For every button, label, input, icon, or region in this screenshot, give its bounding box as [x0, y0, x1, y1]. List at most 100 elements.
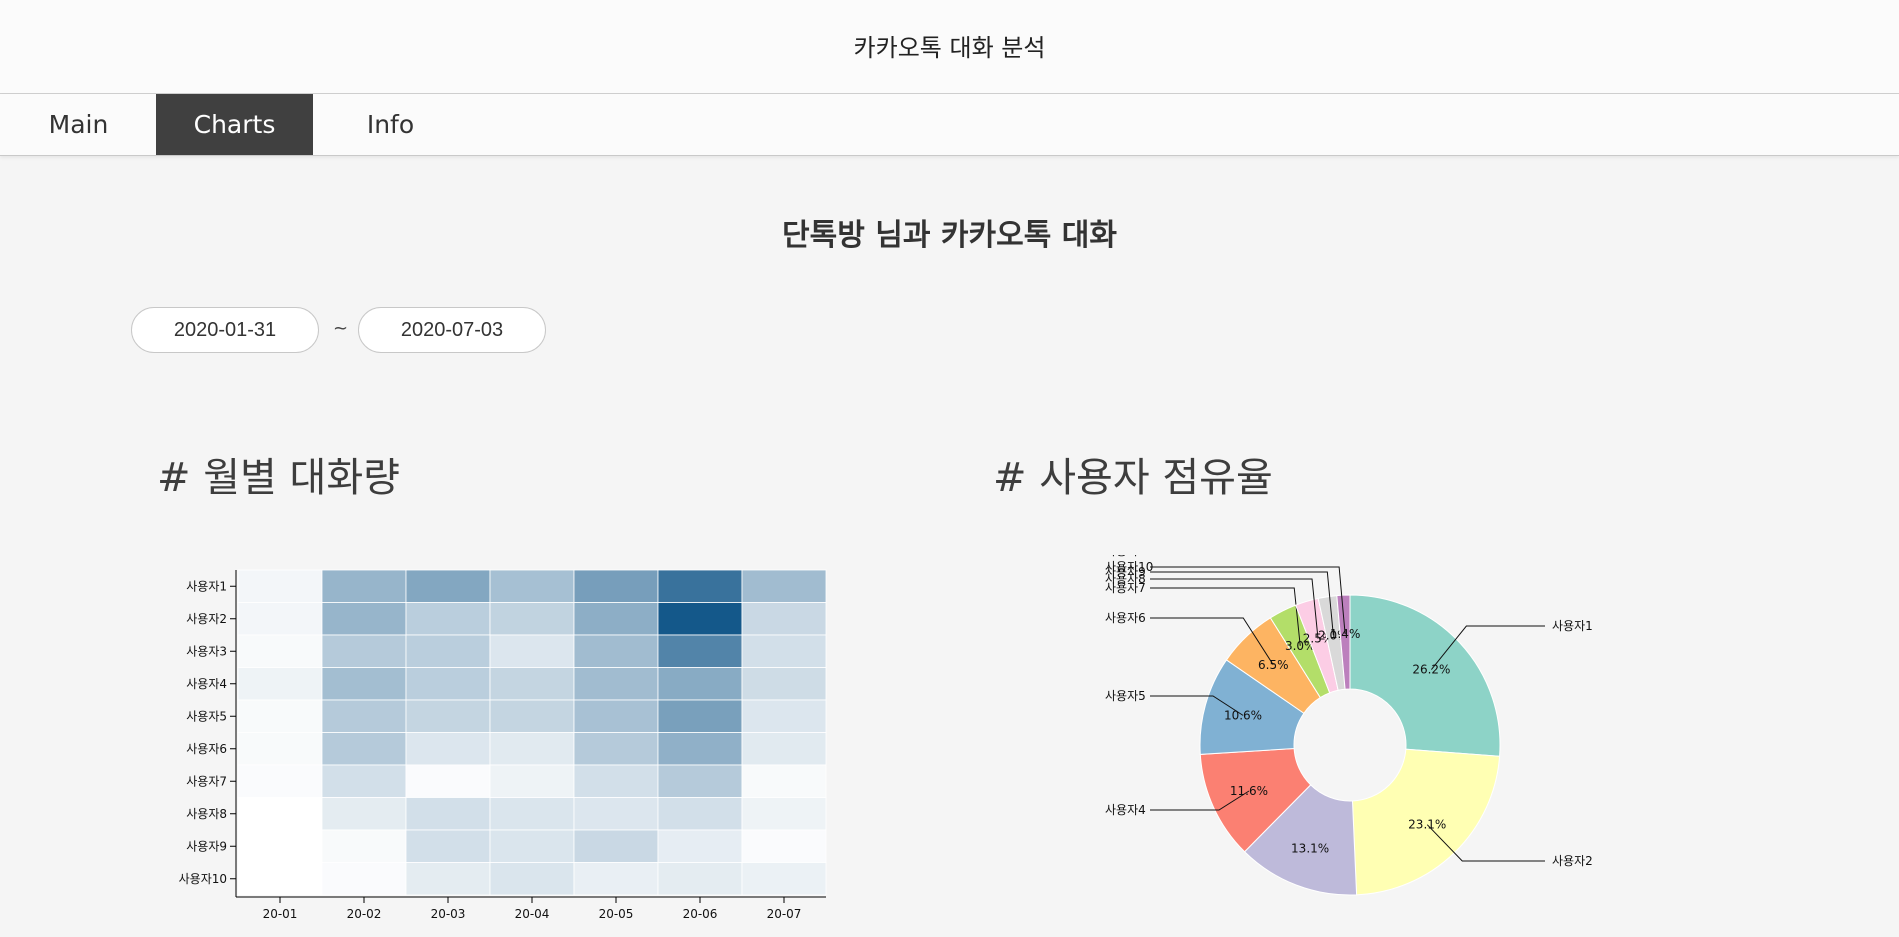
heatmap-x-label: 20-05	[599, 907, 634, 921]
heatmap-x-label: 20-06	[683, 907, 718, 921]
heatmap-x-label: 20-01	[263, 907, 298, 921]
heatmap-cell	[405, 634, 491, 668]
heatmap-x-label: 20-04	[515, 907, 550, 921]
heatmap-cell	[741, 862, 827, 896]
heatmap-cell	[321, 862, 407, 896]
heatmap-cell	[405, 667, 491, 701]
tab-main[interactable]: Main	[0, 94, 157, 155]
heatmap-cell	[321, 667, 407, 701]
heatmap-y-label: 사용자6	[186, 742, 227, 756]
heatmap-cell	[741, 764, 827, 798]
heatmap-y-label: 사용자7	[186, 774, 227, 788]
tab-info[interactable]: Info	[312, 94, 469, 155]
heatmap-x-label: 20-03	[431, 907, 466, 921]
heatmap-cell	[321, 634, 407, 668]
heatmap-y-label: 사용자5	[186, 709, 227, 723]
heatmap-cell	[573, 732, 659, 766]
nav-bar: Main Charts Info	[0, 94, 1899, 156]
heatmap-cell	[657, 862, 743, 896]
heatmap-cell	[489, 569, 575, 603]
pie-section-title: # 사용자 점유율	[993, 455, 1273, 501]
heatmap-cell	[657, 667, 743, 701]
user-share-pie-chart: 26.2%사용자123.1%사용자213.1%사용자311.6%사용자410.6…	[1105, 555, 1593, 896]
heatmap-y-label: 사용자3	[186, 644, 227, 658]
heatmap-cell	[657, 732, 743, 766]
heatmap-cell	[405, 569, 491, 603]
heatmap-cell	[741, 634, 827, 668]
heatmap-cell	[321, 829, 407, 863]
heatmap-cell	[657, 699, 743, 733]
heatmap-cell	[573, 634, 659, 668]
heatmap-cell	[657, 829, 743, 863]
heatmap-cell	[741, 602, 827, 636]
pie-user-label: 사용자4	[1105, 803, 1146, 817]
heatmap-cell	[237, 667, 323, 701]
heatmap-cell	[321, 797, 407, 831]
heatmap-cell	[321, 699, 407, 733]
pie-value-label: 11.6%	[1230, 784, 1268, 798]
heatmap-cell	[573, 797, 659, 831]
heatmap-cell	[657, 602, 743, 636]
heatmap-x-label: 20-07	[767, 907, 802, 921]
heatmap-cell	[321, 732, 407, 766]
pie-user-label: 사용자10	[1105, 560, 1153, 574]
heatmap-cell	[405, 602, 491, 636]
heatmap-x-label: 20-02	[347, 907, 382, 921]
pie-user-label: 사용자6	[1105, 611, 1146, 625]
heatmap-cell	[489, 829, 575, 863]
heatmap-cell	[573, 602, 659, 636]
heatmap-cell	[489, 634, 575, 668]
heatmap-y-label: 사용자10	[179, 872, 227, 886]
heatmap-cell	[321, 569, 407, 603]
heatmap-cell	[573, 699, 659, 733]
end-date-input[interactable]	[358, 307, 546, 353]
heatmap-cell	[657, 797, 743, 831]
heatmap-cell	[489, 667, 575, 701]
heatmap-cell	[489, 862, 575, 896]
heatmap-y-label: 사용자2	[186, 612, 227, 626]
heatmap-cell	[237, 732, 323, 766]
heatmap-cell	[489, 699, 575, 733]
pie-user-label: 사용자1	[1552, 619, 1593, 633]
heatmap-y-label: 사용자8	[186, 807, 227, 821]
heatmap-cell	[489, 602, 575, 636]
heatmap-cell	[237, 602, 323, 636]
pie-user-label: 사용자5	[1105, 689, 1146, 703]
heatmap-cell	[741, 569, 827, 603]
heatmap-cell	[489, 764, 575, 798]
start-date-input[interactable]	[131, 307, 319, 353]
date-separator: ~	[333, 318, 349, 339]
heatmap-cell	[741, 829, 827, 863]
heatmap-cell	[489, 732, 575, 766]
heatmap-cell	[489, 797, 575, 831]
heatmap-section-title: # 월별 대화량	[157, 455, 400, 501]
heatmap-y-label: 사용자4	[186, 677, 227, 691]
heatmap-cell	[237, 569, 323, 603]
pie-user-label: 사용자3	[1105, 555, 1146, 558]
heatmap-cell	[573, 667, 659, 701]
heatmap-cell	[237, 764, 323, 798]
heatmap-cell	[573, 569, 659, 603]
heatmap-cell	[741, 732, 827, 766]
page-subtitle: 단톡방 님과 카카오톡 대화	[782, 218, 1117, 253]
app-title: 카카오톡 대화 분석	[853, 34, 1046, 62]
heatmap-cell	[573, 829, 659, 863]
pie-value-label: 13.1%	[1291, 842, 1329, 856]
heatmap-cell	[237, 862, 323, 896]
heatmap-cell	[657, 764, 743, 798]
heatmap-cell	[237, 634, 323, 668]
heatmap-cell	[573, 862, 659, 896]
tab-charts[interactable]: Charts	[156, 94, 313, 155]
heatmap-cell	[741, 667, 827, 701]
pie-value-label: 6.5%	[1258, 658, 1289, 672]
heatmap-cell	[657, 634, 743, 668]
heatmap-cell	[405, 829, 491, 863]
monthly-heatmap-chart: 사용자1 사용자2 사용자3 사용자4 사용자5 사용자6 사용자7 사용자8 사용자9 사용자1…	[179, 569, 827, 921]
heatmap-cell	[237, 797, 323, 831]
app-header: 카카오톡 대화 분석	[0, 0, 1899, 94]
heatmap-cell	[741, 699, 827, 733]
heatmap-cell	[237, 829, 323, 863]
heatmap-cell	[405, 862, 491, 896]
heatmap-cell	[657, 569, 743, 603]
pie-user-label: 사용자2	[1552, 854, 1593, 868]
